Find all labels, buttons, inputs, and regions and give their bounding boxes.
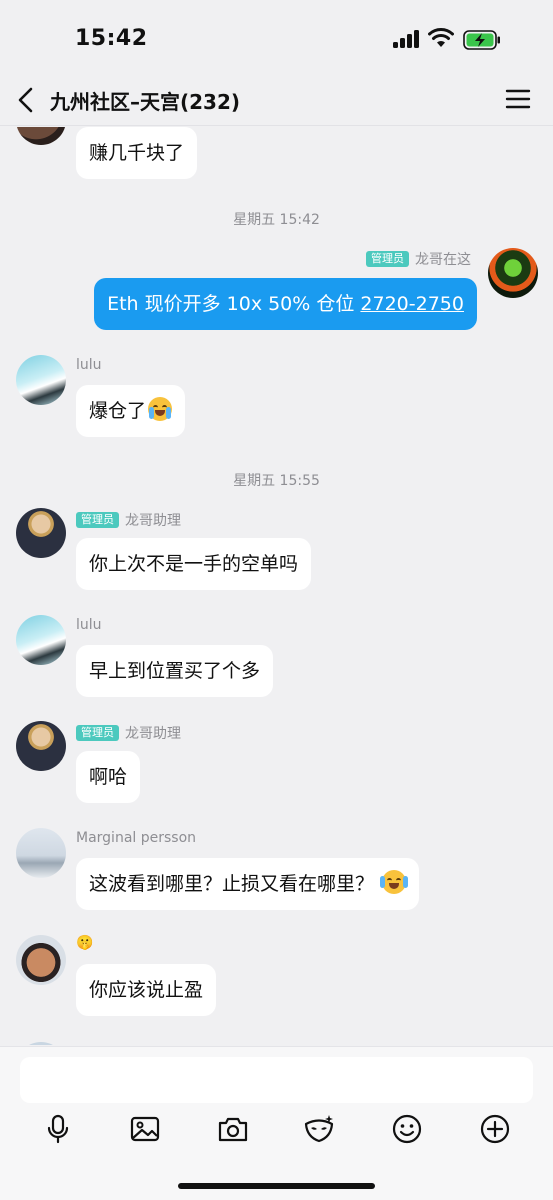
message-bubble[interactable]: 你应该说止盈	[76, 964, 217, 1016]
group-title: 九州社区–天宫(232)	[50, 90, 241, 114]
message-input[interactable]	[20, 1057, 533, 1103]
cellular-signal-icon	[393, 30, 421, 48]
sender-name: 龙哥在这	[415, 252, 471, 268]
status-bar: 15:42	[0, 0, 553, 80]
microphone-icon[interactable]	[42, 1113, 74, 1145]
message-bubble[interactable]: 这波看到哪里？止损又看在哪里？	[76, 858, 420, 910]
sender-info: Marginal persson	[76, 830, 196, 846]
tears-of-joy-icon	[380, 870, 409, 894]
sender-name: 龙哥助理	[125, 726, 181, 742]
smiley-icon[interactable]	[391, 1113, 423, 1145]
avatar[interactable]	[16, 935, 66, 985]
sender-name: lulu	[76, 357, 102, 373]
message-bubble[interactable]: 赚几千块了	[76, 127, 198, 179]
chat-header: 九州社区–天宫(232)	[0, 80, 553, 126]
avatar[interactable]	[16, 828, 66, 878]
hamburger-menu-icon[interactable]	[505, 88, 531, 110]
message-bubble[interactable]: 爆仓了	[76, 385, 186, 437]
sender-info: lulu	[76, 357, 102, 373]
wifi-icon	[428, 28, 454, 47]
avatar[interactable]	[16, 127, 66, 145]
avatar[interactable]	[16, 355, 66, 405]
battery-charging-icon	[463, 30, 500, 50]
mask-icon[interactable]	[303, 1113, 335, 1145]
avatar[interactable]	[16, 721, 66, 771]
back-chevron-icon[interactable]	[14, 86, 40, 114]
price-link[interactable]: 2720-2750	[360, 293, 464, 315]
sender-info: lulu	[76, 617, 102, 633]
sender-info: 管理员 龙哥在这	[366, 249, 471, 269]
message-bubble[interactable]: 你上次不是一手的空单吗	[76, 538, 312, 590]
timestamp: 星期五 15:55	[233, 473, 320, 489]
sender-name: 龙哥助理	[125, 513, 181, 529]
sender-name: 🤫	[76, 935, 94, 951]
crying-face-icon	[148, 397, 173, 421]
home-indicator[interactable]	[178, 1183, 375, 1189]
sender-info: 🤫	[76, 935, 93, 951]
plus-icon[interactable]	[479, 1113, 511, 1145]
avatar[interactable]	[16, 615, 66, 665]
avatar[interactable]	[16, 1042, 66, 1045]
admin-badge: 管理员	[76, 512, 119, 528]
sender-info: 管理员 龙哥助理	[76, 510, 181, 530]
composer	[0, 1046, 553, 1200]
admin-badge: 管理员	[76, 725, 119, 741]
avatar[interactable]	[488, 248, 538, 298]
message-bubble-mine[interactable]: Eth 现价开多 10x 50% 仓位 2720-2750	[94, 278, 477, 330]
avatar[interactable]	[16, 508, 66, 558]
status-time: 15:42	[75, 26, 148, 51]
sender-info: 管理员 龙哥助理	[76, 723, 181, 743]
camera-icon[interactable]	[217, 1113, 249, 1145]
sender-name: Marginal persson	[76, 830, 197, 846]
sender-name: lulu	[76, 617, 102, 633]
image-icon[interactable]	[129, 1113, 161, 1145]
message-bubble[interactable]: 早上到位置买了个多	[76, 645, 274, 697]
message-bubble[interactable]: 啊哈	[76, 751, 141, 803]
timestamp: 星期五 15:42	[233, 212, 320, 228]
message-list[interactable]: 赚几千块了 星期五 15:42 管理员 龙哥在这 Eth 现价开多 10x 50…	[0, 127, 553, 1045]
admin-badge: 管理员	[366, 251, 409, 267]
